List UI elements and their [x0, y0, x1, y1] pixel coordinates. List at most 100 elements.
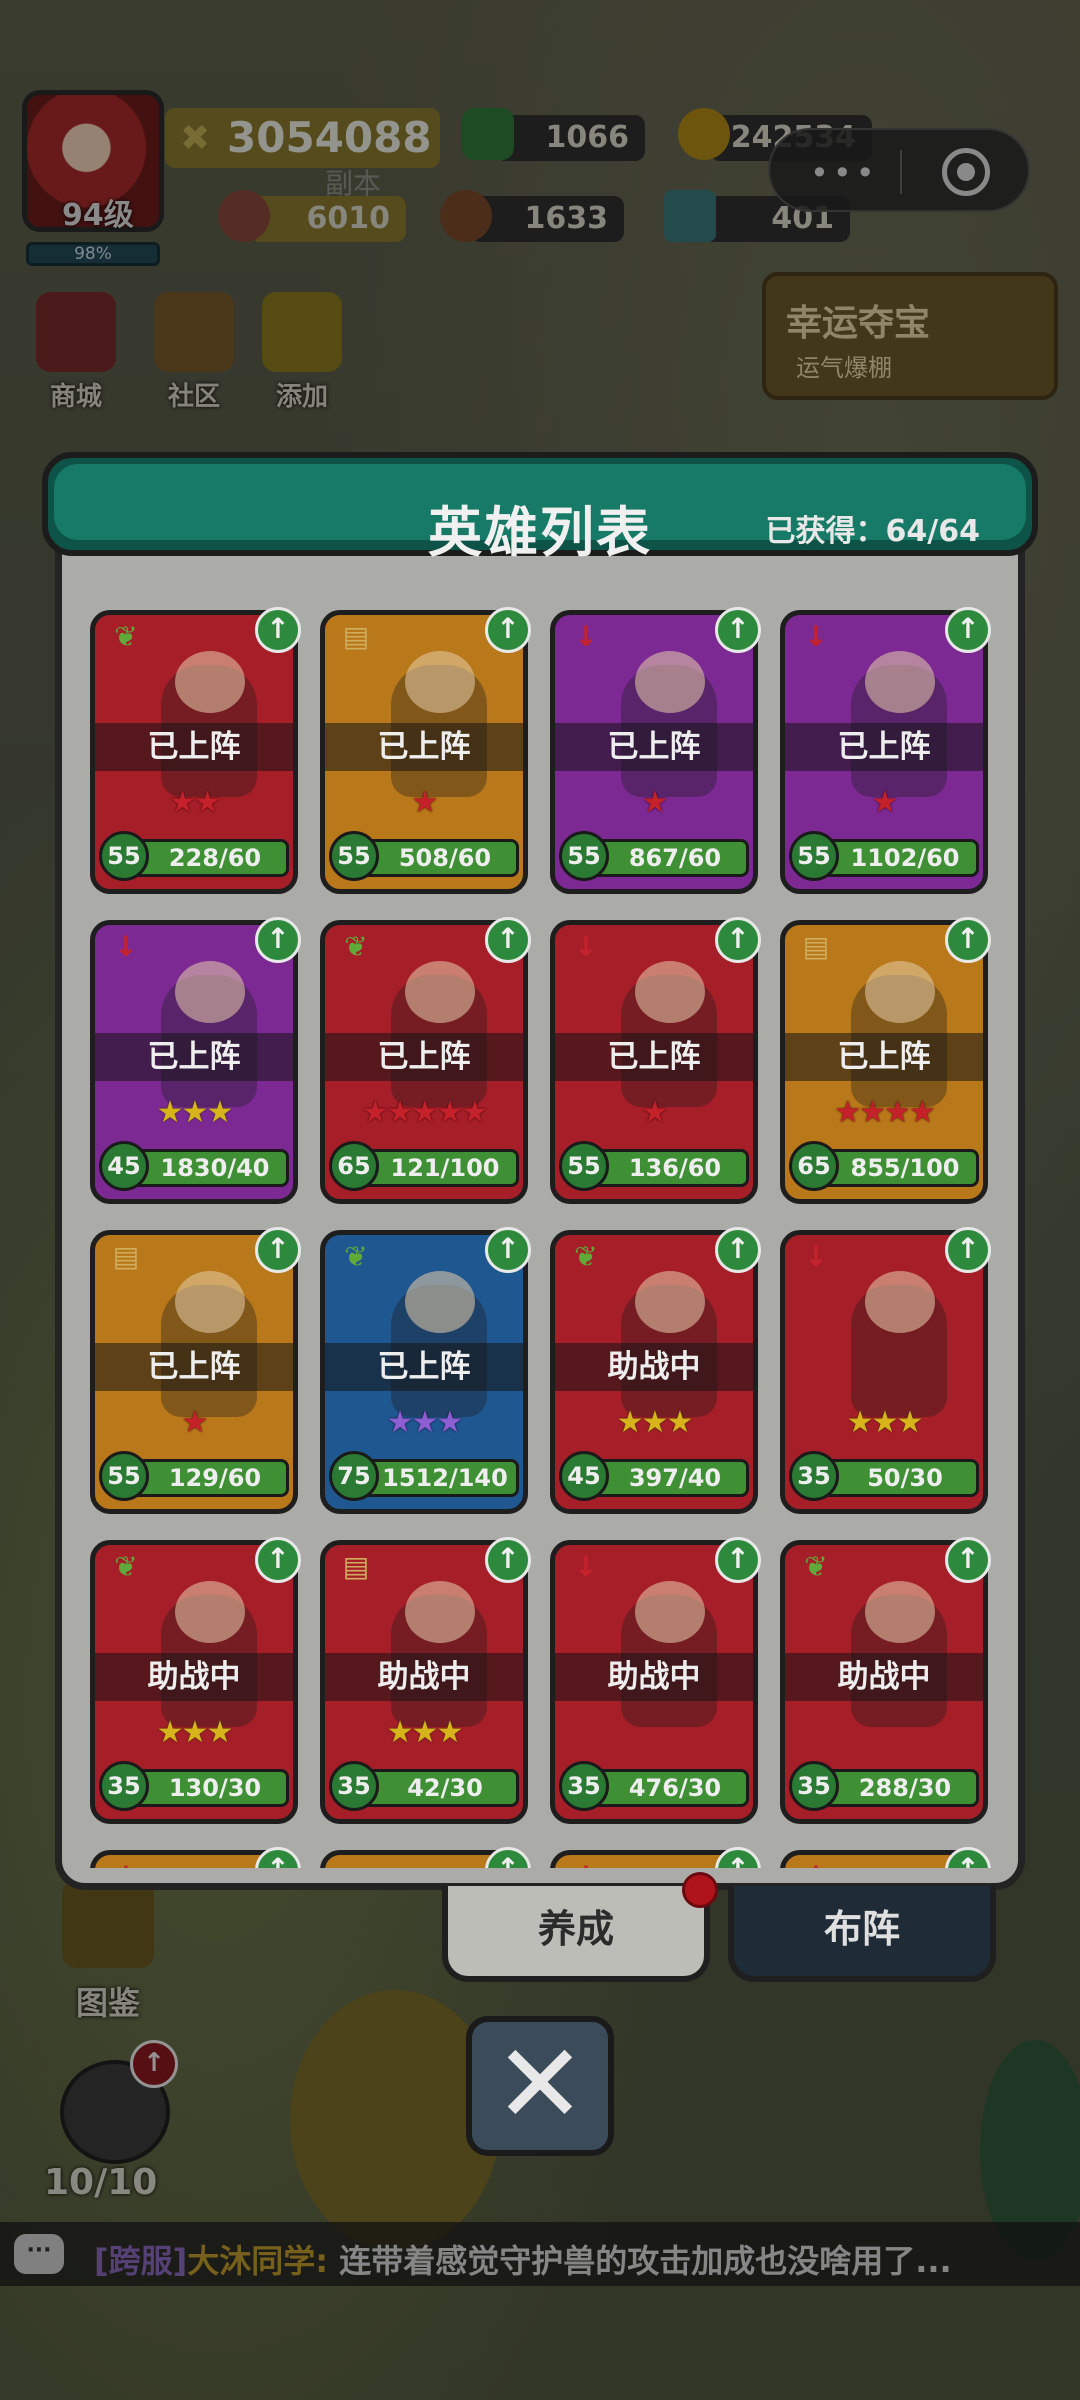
hero-head	[865, 1271, 935, 1333]
hero-status: 已上阵	[555, 723, 753, 771]
star-icon: ★	[411, 785, 439, 820]
star-icon: ★	[859, 1095, 886, 1130]
hero-portrait	[109, 1249, 279, 1429]
hero-head	[405, 1271, 475, 1333]
hero-head	[865, 651, 935, 713]
arrow-up-icon[interactable]: ↑	[715, 1847, 761, 1868]
hero-head	[175, 1271, 245, 1333]
star-icon: ★	[436, 1405, 463, 1440]
arrow-up-icon[interactable]: ↑	[255, 607, 301, 653]
hero-card[interactable]: ❦ ↑ 已上阵 ★★★ 1512/140 75	[320, 1227, 531, 1514]
close-button[interactable]: ✕	[466, 2016, 614, 2156]
shard-count: 288/30	[858, 1774, 952, 1802]
hero-card[interactable]: ▤ ↑ 已上阵 ★ 129/60 55	[90, 1227, 301, 1514]
hero-portrait	[109, 1559, 279, 1739]
arrow-up-icon[interactable]: ↑	[255, 917, 301, 963]
arrow-up-icon[interactable]: ↑	[485, 607, 531, 653]
hero-card[interactable]: ↓↑	[780, 1847, 991, 1868]
hero-portrait	[339, 629, 509, 809]
shard-count: 397/40	[628, 1464, 722, 1492]
hero-card[interactable]: ▤↑	[320, 1847, 531, 1868]
shard-progress: 228/60	[131, 839, 289, 877]
leaf-icon: ❦	[114, 1550, 138, 1583]
book-icon: ▤	[802, 930, 830, 963]
arrow-up-icon[interactable]: ↑	[715, 1227, 761, 1273]
arrow-up-icon[interactable]: ↑	[255, 1537, 301, 1583]
hero-card[interactable]: ↓ ↑ 已上阵 ★ 867/60 55	[550, 607, 761, 894]
hero-card[interactable]: ↓↑	[550, 1847, 761, 1868]
hero-card[interactable]: ❦ ↑ 助战中 ★★★ 397/40 45	[550, 1227, 761, 1514]
hero-status: 助战中	[785, 1653, 983, 1701]
tab-train[interactable]: 养成	[442, 1886, 710, 1982]
arrow-up-icon[interactable]: ↑	[945, 1847, 991, 1868]
hero-stars: ★	[555, 1095, 753, 1130]
hero-status: 已上阵	[325, 1343, 523, 1391]
arrow-up-icon[interactable]: ↑	[715, 607, 761, 653]
arrow-up-icon[interactable]: ↑	[485, 1537, 531, 1583]
arrow-up-icon[interactable]: ↑	[485, 1227, 531, 1273]
arrow-up-icon[interactable]: ↑	[945, 607, 991, 653]
shard-progress: 129/60	[131, 1459, 289, 1497]
hero-portrait	[569, 1249, 739, 1429]
hero-card[interactable]: ❦ ↑ 已上阵 ★★ 228/60 55	[90, 607, 301, 894]
arrow-up-icon[interactable]: ↑	[255, 1227, 301, 1273]
shard-count: 508/60	[398, 844, 492, 872]
star-icon: ★	[194, 785, 221, 820]
shard-progress: 42/30	[361, 1769, 519, 1807]
hero-card[interactable]: ↓ ↑ 已上阵 ★★★ 1830/40 45	[90, 917, 301, 1204]
arrow-up-icon[interactable]: ↑	[715, 917, 761, 963]
hero-head	[175, 961, 245, 1023]
shard-count: 121/100	[390, 1154, 500, 1182]
star-icon: ★	[436, 1715, 463, 1750]
hero-card[interactable]: ↓ ↑ 助战中 476/30 35	[550, 1537, 761, 1824]
star-icon: ★	[206, 1715, 233, 1750]
obtained-value: 64/64	[885, 514, 980, 549]
hero-card[interactable]: ↓ ↑ ★★★ 50/30 35	[780, 1227, 991, 1514]
star-icon: ★	[386, 1095, 414, 1130]
hero-card[interactable]: ❦ ↑ 助战中 288/30 35	[780, 1537, 991, 1824]
hero-portrait	[339, 939, 509, 1119]
hero-stars: ★★★	[785, 1405, 983, 1440]
hero-card[interactable]: ❦ ↑ 助战中 ★★★ 130/30 35	[90, 1537, 301, 1824]
notification-dot	[682, 1872, 718, 1908]
arrow-up-icon[interactable]: ↑	[255, 1847, 301, 1868]
sword-icon: ↓	[795, 1859, 837, 1868]
header-fill: 英雄列表 已获得：64/64	[54, 464, 1026, 564]
tab-formation[interactable]: 布阵	[728, 1886, 996, 1982]
star-icon: ★	[641, 1405, 669, 1440]
hero-level: 35	[99, 1761, 149, 1811]
shard-count: 129/60	[168, 1464, 262, 1492]
hero-status: 助战中	[555, 1653, 753, 1701]
hero-card[interactable]: ▤ ↑ 已上阵 ★ 508/60 55	[320, 607, 531, 894]
hero-level: 65	[329, 1141, 379, 1191]
star-icon: ★	[666, 1405, 693, 1440]
hero-card[interactable]: ↓↑	[90, 1847, 301, 1868]
leaf-icon: ❦	[344, 930, 368, 963]
arrow-up-icon[interactable]: ↑	[715, 1537, 761, 1583]
hero-grid[interactable]: ❦ ↑ 已上阵 ★★ 228/60 55 ▤ ↑ 已上阵 ★ 508/60 55 ↓ ↑ 已上阵 ★ 867/6…	[82, 590, 1002, 1868]
sword-icon: ↓	[574, 930, 598, 963]
hero-head	[635, 1271, 705, 1333]
shard-progress: 1830/40	[131, 1149, 289, 1187]
shard-count: 228/60	[168, 844, 262, 872]
shard-progress: 288/30	[821, 1769, 979, 1807]
arrow-up-icon[interactable]: ↑	[945, 917, 991, 963]
hero-stars: ★★★	[555, 1405, 753, 1440]
star-icon: ★	[411, 1715, 439, 1750]
shard-count: 867/60	[628, 844, 722, 872]
hero-card[interactable]: ❦ ↑ 已上阵 ★★★★★ 121/100 65	[320, 917, 531, 1204]
hero-card[interactable]: ↓ ↑ 已上阵 ★ 1102/60 55	[780, 607, 991, 894]
arrow-up-icon[interactable]: ↑	[945, 1537, 991, 1583]
hero-head	[635, 1581, 705, 1643]
arrow-up-icon[interactable]: ↑	[485, 1847, 531, 1868]
shard-count: 136/60	[628, 1154, 722, 1182]
hero-card[interactable]: ▤ ↑ 已上阵 ★★★★ 855/100 65	[780, 917, 991, 1204]
arrow-up-icon[interactable]: ↑	[485, 917, 531, 963]
arrow-up-icon[interactable]: ↑	[945, 1227, 991, 1273]
hero-head	[175, 651, 245, 713]
hero-stars: ★★★	[95, 1715, 293, 1750]
hero-level: 55	[559, 831, 609, 881]
hero-card[interactable]: ↓ ↑ 已上阵 ★ 136/60 55	[550, 917, 761, 1204]
hero-card[interactable]: ▤ ↑ 助战中 ★★★ 42/30 35	[320, 1537, 531, 1824]
hero-level: 55	[99, 831, 149, 881]
